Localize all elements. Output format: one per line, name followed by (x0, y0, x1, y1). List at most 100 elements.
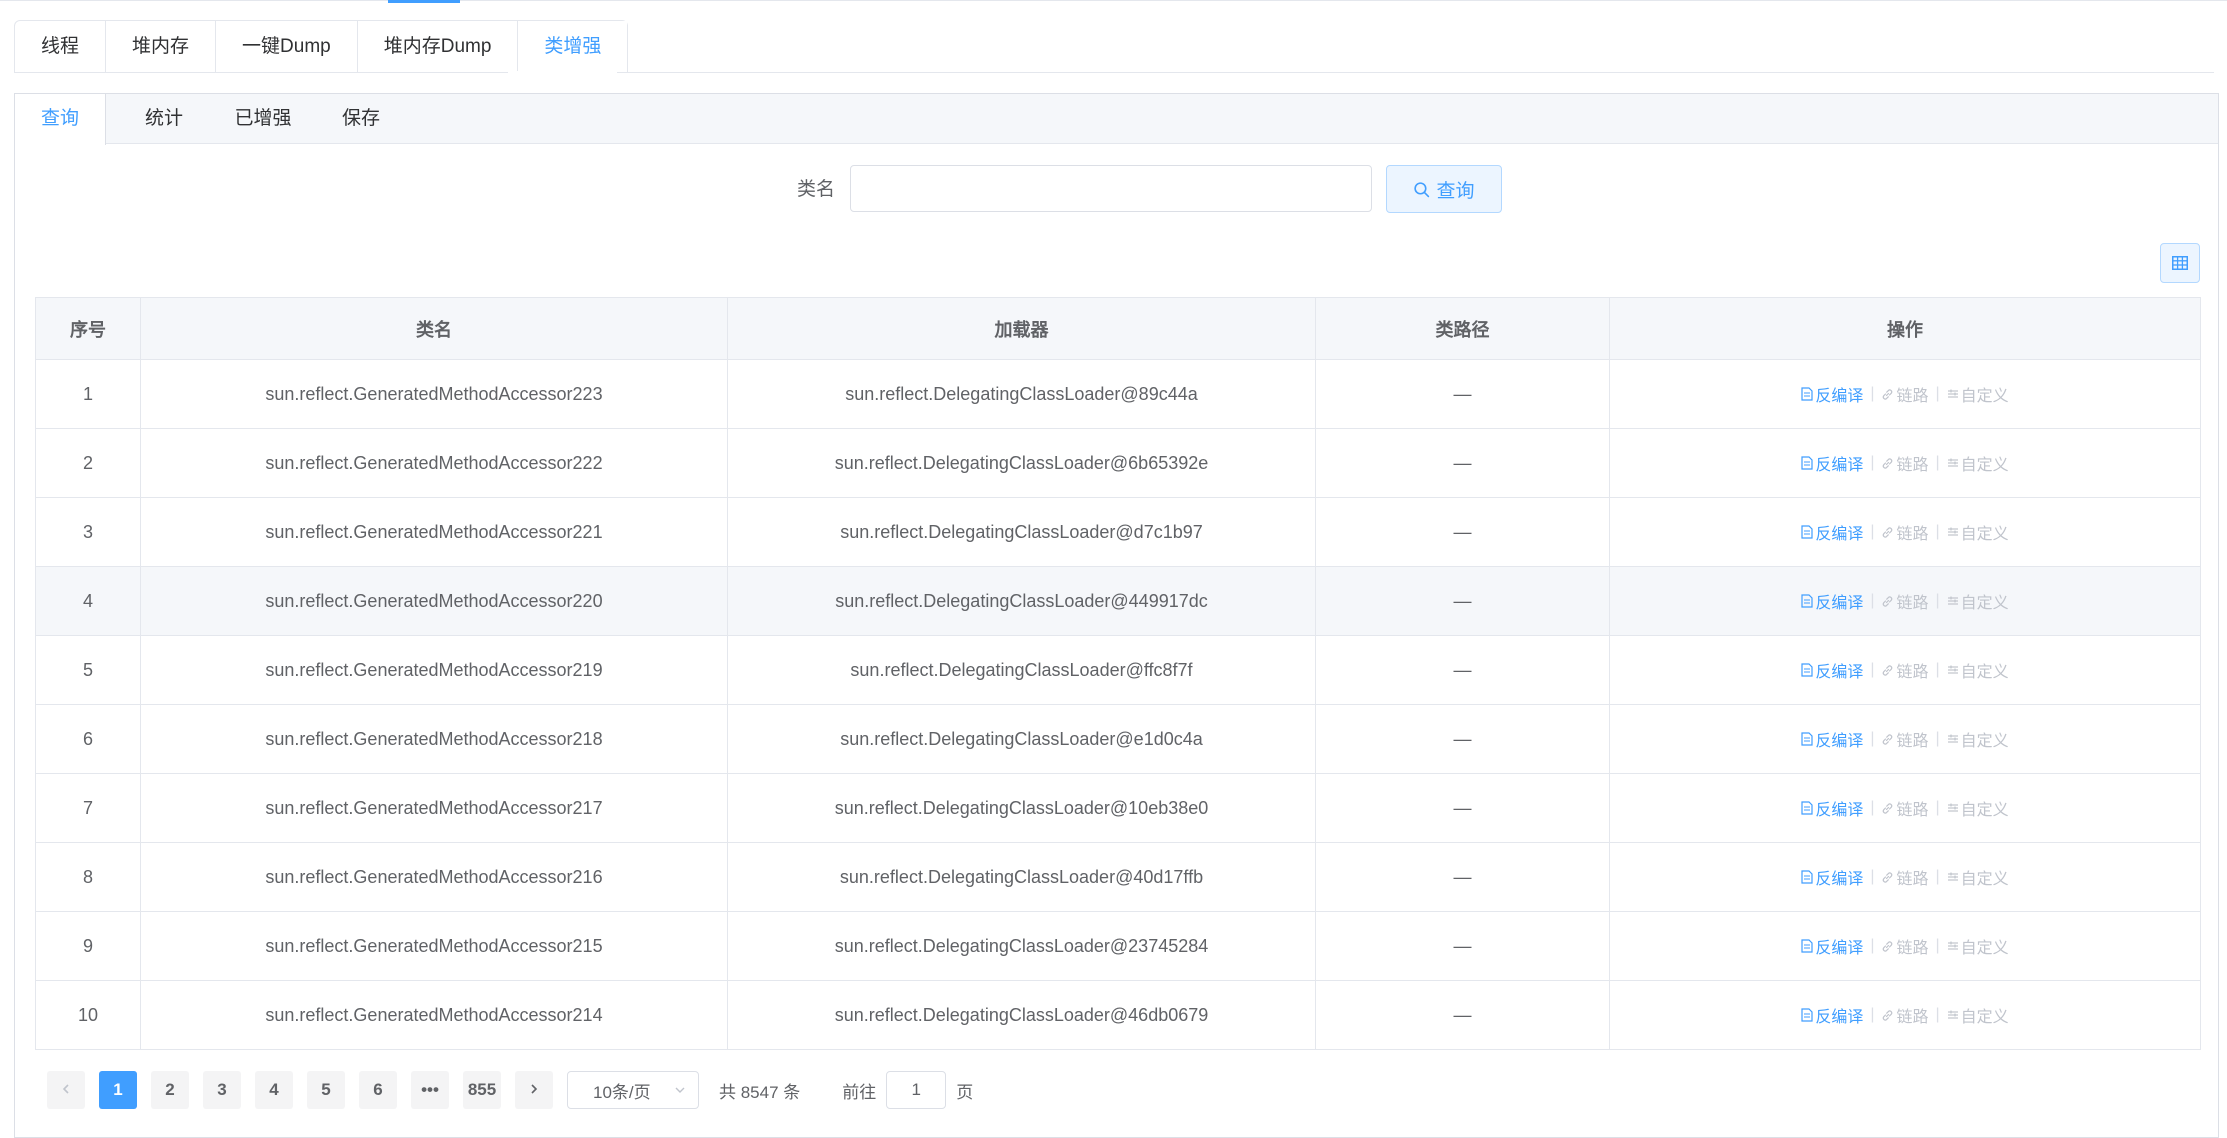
tab-class-enhance[interactable]: 类增强 (517, 21, 628, 73)
decompile-button[interactable]: 反编译 (1801, 1003, 1863, 1027)
link-icon (1883, 733, 1893, 745)
document-icon (1801, 594, 1813, 608)
action-divider: | (1935, 730, 1940, 747)
tab-enhanced[interactable]: 已增强 (217, 94, 309, 144)
custom-label: 自定义 (1960, 940, 2009, 957)
decompile-button[interactable]: 反编译 (1801, 796, 1863, 820)
query-button-label: 查询 (1436, 180, 1475, 202)
outer-tab-divider (14, 72, 2214, 73)
table-header-row: 序号 类名 加载器 类路径 操作 (35, 297, 2201, 360)
row-class-name: sun.reflect.GeneratedMethodAccessor215 (140, 911, 728, 981)
header-index: 序号 (35, 297, 141, 360)
page-button-5[interactable]: 5 (307, 1071, 345, 1109)
table-row: 7 sun.reflect.GeneratedMethodAccessor217 s… (35, 773, 2201, 843)
tab-query[interactable]: 查询 (15, 94, 106, 145)
custom-button[interactable]: 自定义 (1947, 934, 2009, 958)
decompile-button[interactable]: 反编译 (1801, 382, 1863, 406)
trace-link-button[interactable]: 链路 (1881, 382, 1929, 406)
decompile-button[interactable]: 反编译 (1801, 451, 1863, 475)
decompile-button[interactable]: 反编译 (1801, 658, 1863, 682)
tab-save[interactable]: 保存 (324, 94, 398, 144)
decompile-button[interactable]: 反编译 (1801, 727, 1863, 751)
custom-button[interactable]: 自定义 (1947, 865, 2009, 889)
row-class-path: — (1315, 704, 1610, 774)
custom-button[interactable]: 自定义 (1947, 796, 2009, 820)
row-index: 9 (35, 911, 141, 981)
trace-link-button[interactable]: 链路 (1881, 589, 1929, 613)
decompile-button[interactable]: 反编译 (1801, 520, 1863, 544)
row-class-path: — (1315, 428, 1610, 498)
tab-threads[interactable]: 线程 (15, 21, 105, 73)
tab-one-click-dump[interactable]: 一键Dump (215, 21, 357, 73)
trace-link-button[interactable]: 链路 (1881, 451, 1929, 475)
row-class-path: — (1315, 980, 1610, 1050)
custom-button[interactable]: 自定义 (1947, 382, 2009, 406)
decompile-button[interactable]: 反编译 (1801, 934, 1863, 958)
settings-lines-icon (1947, 872, 1958, 881)
next-page-button[interactable] (515, 1071, 553, 1109)
trace-link-button[interactable]: 链路 (1881, 658, 1929, 682)
custom-button[interactable]: 自定义 (1947, 451, 2009, 475)
page-button-2[interactable]: 2 (151, 1071, 189, 1109)
tab-heap-dump[interactable]: 堆内存Dump (356, 21, 518, 73)
trace-link-label: 链路 (1896, 733, 1929, 750)
custom-button[interactable]: 自定义 (1947, 1003, 2009, 1027)
class-name-input[interactable] (850, 165, 1372, 212)
page-button-4[interactable]: 4 (255, 1071, 293, 1109)
row-actions: 反编译 | 链路 | 自定义 (1609, 773, 2201, 843)
page-button-last[interactable]: 855 (463, 1071, 501, 1109)
page-button-1[interactable]: 1 (99, 1071, 137, 1109)
page-button-3[interactable]: 3 (203, 1071, 241, 1109)
custom-button[interactable]: 自定义 (1947, 520, 2009, 544)
row-loader: sun.reflect.DelegatingClassLoader@449917… (727, 566, 1316, 636)
custom-button[interactable]: 自定义 (1947, 727, 2009, 751)
row-class-name: sun.reflect.GeneratedMethodAccessor214 (140, 980, 728, 1050)
decompile-label: 反编译 (1815, 526, 1864, 543)
settings-lines-icon (1947, 389, 1958, 398)
tab-statistics[interactable]: 统计 (127, 94, 201, 144)
row-class-path: — (1315, 497, 1610, 567)
trace-link-button[interactable]: 链路 (1881, 796, 1929, 820)
trace-link-button[interactable]: 链路 (1881, 934, 1929, 958)
row-class-path: — (1315, 635, 1610, 705)
top-divider (0, 0, 2227, 1)
row-class-name: sun.reflect.GeneratedMethodAccessor219 (140, 635, 728, 705)
row-loader: sun.reflect.DelegatingClassLoader@237452… (727, 911, 1316, 981)
row-index: 3 (35, 497, 141, 567)
settings-lines-icon (1947, 1010, 1958, 1019)
link-icon (1883, 802, 1893, 814)
trace-link-button[interactable]: 链路 (1881, 865, 1929, 889)
settings-lines-icon (1947, 458, 1958, 467)
table-icon (2172, 256, 2188, 270)
decompile-button[interactable]: 反编译 (1801, 865, 1863, 889)
more-pages-button[interactable]: ••• (411, 1071, 449, 1109)
goto-suffix: 页 (956, 1082, 974, 1102)
trace-link-button[interactable]: 链路 (1881, 727, 1929, 751)
trace-link-button[interactable]: 链路 (1881, 520, 1929, 544)
tab-heap[interactable]: 堆内存 (105, 21, 215, 73)
trace-link-button[interactable]: 链路 (1881, 1003, 1929, 1027)
decompile-button[interactable]: 反编译 (1801, 589, 1863, 613)
search-icon (1414, 181, 1430, 197)
page-size-select[interactable]: 10条/页 (567, 1071, 699, 1109)
row-class-path: — (1315, 842, 1610, 912)
decompile-label: 反编译 (1815, 457, 1864, 474)
row-class-path: — (1315, 566, 1610, 636)
prev-page-button[interactable] (47, 1071, 85, 1109)
class-table: 序号 类名 加载器 类路径 操作 1 sun.reflect.GeneratedM… (35, 297, 2201, 1050)
action-divider: | (1935, 592, 1940, 609)
column-settings-button[interactable] (2160, 243, 2200, 283)
table-row: 2 sun.reflect.GeneratedMethodAccessor222 s… (35, 428, 2201, 498)
row-actions: 反编译 | 链路 | 自定义 (1609, 980, 2201, 1050)
custom-button[interactable]: 自定义 (1947, 589, 2009, 613)
row-index: 8 (35, 842, 141, 912)
document-icon (1801, 525, 1813, 539)
trace-link-label: 链路 (1896, 388, 1929, 405)
page-button-6[interactable]: 6 (359, 1071, 397, 1109)
row-class-name: sun.reflect.GeneratedMethodAccessor221 (140, 497, 728, 567)
custom-button[interactable]: 自定义 (1947, 658, 2009, 682)
decompile-label: 反编译 (1815, 388, 1864, 405)
query-button[interactable]: 查询 (1386, 165, 1502, 213)
goto-page-input[interactable] (886, 1071, 947, 1109)
trace-link-label: 链路 (1896, 526, 1929, 543)
